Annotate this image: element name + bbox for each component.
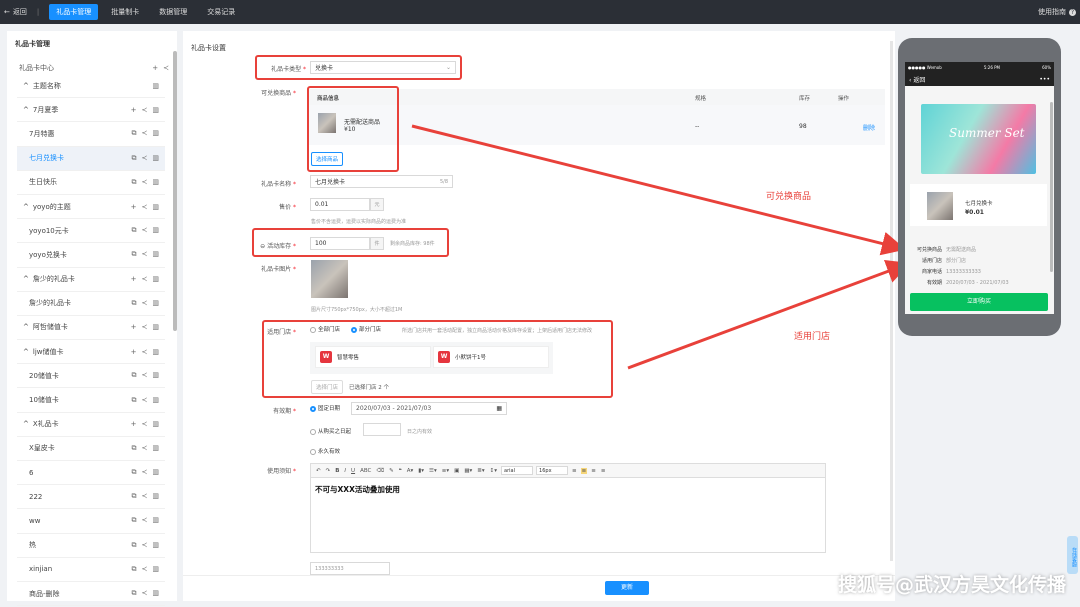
phone-card-info: 七月兑换卡 ¥0.01 xyxy=(910,184,1047,226)
phone-nav-bar: ‹ 返回 ••• xyxy=(905,72,1054,86)
info-value: 部分门店 xyxy=(946,258,967,264)
phone-status-bar: ●●●●● Wemob 5:26 PM 60% xyxy=(905,62,1054,72)
phone-info-list: 可兑换商品 无需配送商品 适用门店 部分门店 商家电话 13333333333 有效期 202… xyxy=(910,244,1047,288)
info-key: 商家电话 xyxy=(921,269,942,275)
online-service-tab[interactable]: 在线客服 xyxy=(1067,536,1078,574)
phone-info-row: 可兑换商品 无需配送商品 xyxy=(910,244,1047,255)
phone-info-row: 有效期 2020/07/03 - 2021/07/03 xyxy=(910,277,1047,288)
phone-card-name: 七月兑换卡 xyxy=(965,201,993,207)
annotation-goods: 可兑换商品 xyxy=(766,192,812,202)
watermark: 搜狐号@武汉方昊文化传播 xyxy=(837,574,1066,596)
phone-scrollbar[interactable] xyxy=(1050,102,1053,272)
buy-now-button[interactable]: 立即购买 xyxy=(910,293,1048,311)
info-value: 13333333333 xyxy=(946,268,981,275)
phone-screen: ●●●●● Wemob 5:26 PM 60% ‹ 返回 ••• Summer Set… xyxy=(905,62,1054,314)
phone-info-row: 适用门店 部分门店 xyxy=(910,255,1047,266)
info-value: 2020/07/03 - 2021/07/03 xyxy=(946,279,1009,286)
phone-back-button[interactable]: ‹ 返回 xyxy=(909,75,925,84)
phone-banner: Summer Set xyxy=(921,104,1036,174)
annotation-stores: 适用门店 xyxy=(794,332,831,342)
banner-title: Summer Set xyxy=(949,126,1025,140)
info-value: 无需配送商品 xyxy=(946,247,977,253)
info-key: 可兑换商品 xyxy=(916,247,942,253)
card-thumbnail xyxy=(927,192,953,220)
more-icon[interactable]: ••• xyxy=(1039,76,1050,83)
arrow-stores xyxy=(627,260,911,370)
arrow-goods xyxy=(411,124,906,256)
phone-info-row: 商家电话 13333333333 xyxy=(910,266,1047,277)
info-key: 有效期 xyxy=(926,280,942,286)
info-key: 适用门店 xyxy=(921,258,942,264)
phone-card-price: ¥0.01 xyxy=(965,209,984,216)
